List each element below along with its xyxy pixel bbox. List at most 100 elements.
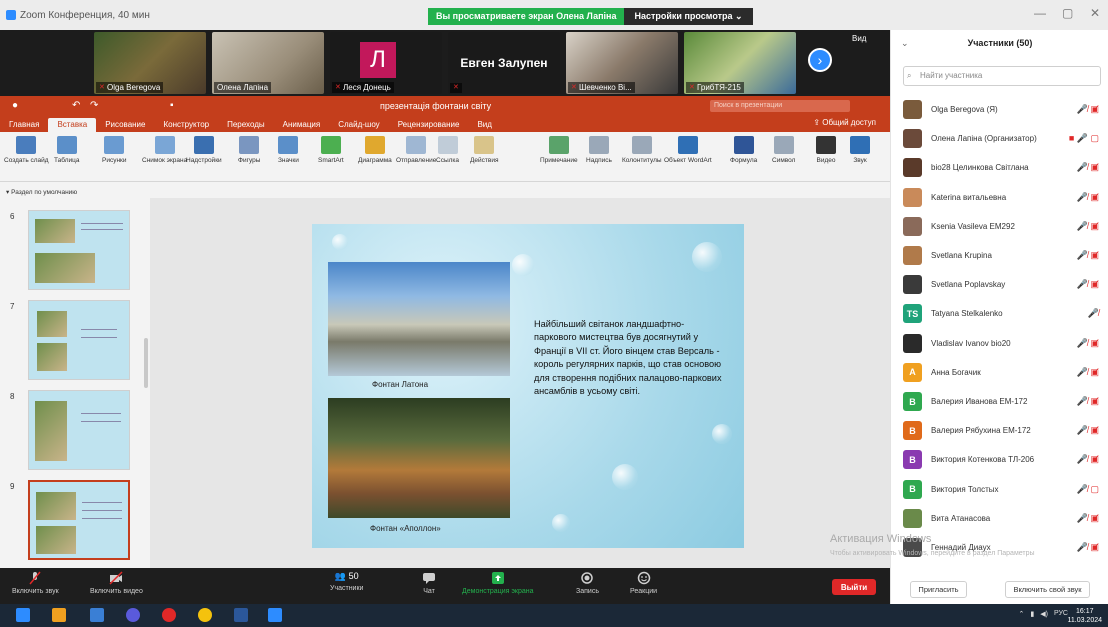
language-indicator[interactable]: РУС — [1054, 610, 1068, 618]
zoom-taskbar-icon[interactable] — [268, 608, 282, 622]
video-tile[interactable]: Евген Залупен ✕ — [448, 32, 560, 94]
participant-row[interactable]: Olga Beregova (Я) 🎤̸ ▣̸ — [891, 96, 1108, 123]
ribbon-tab[interactable]: Главная — [0, 118, 48, 132]
video-tile[interactable]: Олена Лапіна — [212, 32, 324, 94]
ribbon-button[interactable]: Звук — [850, 136, 870, 164]
unmute-self-button[interactable]: Включить свой звук — [1005, 580, 1090, 598]
slide-thumbnail-selected[interactable] — [28, 480, 130, 560]
ribbon-tab[interactable]: Анимация — [274, 118, 330, 132]
share-screen-button[interactable]: Демонстрация экрана — [462, 571, 534, 595]
ribbon-button[interactable]: Надпись — [586, 136, 612, 164]
redo-icon[interactable]: ↷ — [90, 100, 98, 111]
participant-row[interactable]: Ksenia Vasileva ЕМ292 🎤̸ ▣̸ — [891, 213, 1108, 240]
participant-row[interactable]: Svetlana Krupina 🎤̸ ▣̸ — [891, 242, 1108, 269]
participant-row[interactable]: Katerina витальевна 🎤̸ ▣̸ — [891, 184, 1108, 211]
participant-row[interactable]: TS Tatyana Stelkalenko 🎤̸ — [891, 300, 1108, 327]
ribbon-button[interactable]: Рисунки — [102, 136, 127, 164]
next-page-icon[interactable]: › — [808, 48, 832, 72]
chat-button[interactable]: Чат — [422, 571, 436, 595]
slide-thumbnails: 6 7 8 9 — [0, 198, 150, 568]
thumbnail-scrollbar[interactable] — [144, 338, 148, 388]
autosave-icon[interactable]: ● — [12, 100, 18, 111]
thumbnail-text — [81, 421, 121, 422]
participant-row[interactable]: B Валерия Иванова ЕМ-172 🎤̸ ▣̸ — [891, 388, 1108, 415]
avatar — [903, 508, 922, 528]
video-tile[interactable]: ✕ Шевченко Ві... — [566, 32, 678, 94]
viber-icon[interactable] — [126, 608, 140, 622]
participants-button[interactable]: 👥 50 Участники — [330, 571, 363, 592]
undo-icon[interactable]: ↶ — [72, 100, 80, 111]
ribbon-button[interactable]: Значки — [278, 136, 299, 164]
ribbon-button[interactable]: Действия — [470, 136, 498, 164]
windows-start-icon[interactable] — [16, 608, 30, 622]
participant-row[interactable]: B Виктория Толстых 🎤̸ ▢ — [891, 476, 1108, 503]
video-tile[interactable]: ✕ Olga Beregova — [94, 32, 206, 94]
ribbon-tab[interactable]: Вставка — [48, 118, 97, 132]
current-slide[interactable]: Фонтан Латона Фонтан «Аполлон» Найбільши… — [312, 224, 744, 548]
slide-thumbnail[interactable] — [28, 210, 130, 290]
ribbon-button[interactable]: Создать слайд — [4, 136, 49, 164]
participant-row[interactable]: bio28 Целинкова Світлана 🎤̸ ▣̸ — [891, 154, 1108, 181]
ribbon-tab[interactable]: Переходы — [218, 118, 274, 132]
ribbon-tab[interactable]: Рецензирование — [389, 118, 469, 132]
participant-row[interactable]: Vladislav Ivanov bio20 🎤̸ ▣̸ — [891, 330, 1108, 357]
app-icon[interactable] — [90, 608, 104, 622]
ribbon-button[interactable]: Фигуры — [238, 136, 260, 164]
participant-row[interactable]: A Анна Богачик 🎤̸ ▣̸ — [891, 359, 1108, 386]
ribbon-button-label: Отправление — [396, 157, 437, 164]
participant-name: Анна Богачик — [931, 367, 981, 377]
participant-name: Katerina витальевна — [931, 192, 1007, 202]
ribbon-icon — [278, 136, 299, 154]
view-options-button[interactable]: Настройки просмотра ⌄ — [624, 8, 753, 25]
start-video-button[interactable]: Включить видео — [90, 571, 143, 595]
video-tile-name-text: Леся Донець — [343, 83, 391, 92]
ribbon-button[interactable]: SmartArt — [318, 136, 344, 164]
maximize-icon[interactable]: ▢ — [1062, 6, 1073, 20]
opera-icon[interactable] — [162, 608, 176, 622]
ribbon-button[interactable]: Формула — [730, 136, 757, 164]
leave-button[interactable]: Выйти — [832, 579, 876, 595]
view-layout-button[interactable]: Вид — [852, 34, 866, 43]
ribbon-button[interactable]: Объект WordArt — [664, 136, 712, 164]
ribbon-button[interactable]: Примечание — [540, 136, 578, 164]
minimize-icon[interactable]: — — [1034, 6, 1046, 20]
reactions-button[interactable]: Реакции — [630, 571, 657, 595]
chrome-icon[interactable] — [198, 608, 212, 622]
ribbon-button[interactable]: Отправление — [396, 136, 436, 164]
close-icon[interactable]: ✕ — [1090, 6, 1100, 20]
ribbon-button[interactable]: Таблица — [54, 136, 80, 164]
file-explorer-icon[interactable] — [52, 608, 66, 622]
record-button[interactable]: Запись — [576, 571, 599, 595]
ribbon-tab[interactable]: Конструктор — [154, 118, 218, 132]
ribbon-tab[interactable]: Слайд-шоу — [329, 118, 388, 132]
unmute-button[interactable]: Включить звук — [12, 571, 59, 595]
video-tile[interactable]: Л ✕ Леся Донець — [330, 32, 442, 94]
ribbon-button[interactable]: Надстройки — [186, 136, 222, 164]
chevron-up-icon[interactable]: ⌃ — [1019, 610, 1025, 618]
ribbon-tab[interactable]: Вид — [468, 118, 500, 132]
network-icon[interactable]: ▮ — [1030, 610, 1034, 618]
participant-search-input[interactable]: Найти участника — [903, 66, 1101, 86]
ppt-search-input[interactable]: Поиск в презентации — [710, 100, 850, 112]
volume-icon[interactable]: ◀) — [1040, 610, 1048, 618]
participant-row[interactable]: Svetlana Poplavskay 🎤̸ ▣̸ — [891, 271, 1108, 298]
ribbon-button[interactable]: Колонтитулы — [622, 136, 662, 164]
participant-row[interactable]: B Валерия Рябухина ЕМ-172 🎤̸ ▣̸ — [891, 417, 1108, 444]
ribbon-button[interactable]: Ссылка — [436, 136, 459, 164]
ribbon-button[interactable]: Символ — [772, 136, 795, 164]
ribbon-button[interactable]: Диаграмма — [358, 136, 392, 164]
slide-thumbnail[interactable] — [28, 390, 130, 470]
participant-row[interactable]: Вита Атанасова 🎤̸ ▣̸ — [891, 505, 1108, 532]
ribbon-tab[interactable]: Рисование — [96, 118, 154, 132]
save-icon[interactable]: ▪ — [170, 100, 174, 111]
participant-row[interactable]: B Виктория Котенкова ТЛ-206 🎤̸ ▣̸ — [891, 446, 1108, 473]
slide-thumbnail[interactable] — [28, 300, 130, 380]
video-tile[interactable]: ✕ ГрибТЯ-215 — [684, 32, 796, 94]
participant-row[interactable]: Олена Лапіна (Организатор) ■ 🎤 ▢ — [891, 125, 1108, 152]
word-icon[interactable] — [234, 608, 248, 622]
invite-button[interactable]: Пригласить — [910, 580, 967, 598]
share-button[interactable]: ⇪ Общий доступ — [813, 118, 876, 127]
clock[interactable]: 16:17 11.03.2024 — [1067, 607, 1102, 625]
ribbon-button[interactable]: Видео — [816, 136, 836, 164]
ribbon-button[interactable]: Снимок экрана — [142, 136, 187, 164]
